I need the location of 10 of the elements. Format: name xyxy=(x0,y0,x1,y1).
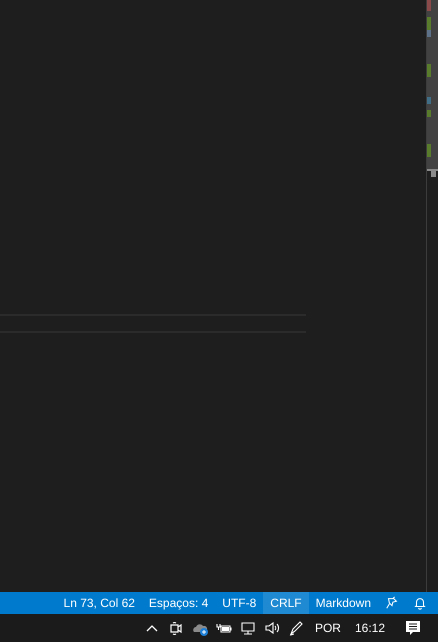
tray-text[interactable]: POR xyxy=(308,619,348,637)
tray-text[interactable]: 16:12 xyxy=(348,619,392,637)
speaker-icon[interactable] xyxy=(264,620,280,636)
status-item[interactable]: CRLF xyxy=(263,592,309,614)
scrollbar[interactable] xyxy=(426,0,438,592)
network-icon[interactable] xyxy=(240,620,256,636)
notification-icon[interactable] xyxy=(404,619,422,637)
pen-icon[interactable] xyxy=(288,620,304,636)
bell-icon[interactable] xyxy=(413,596,427,610)
camera-icon[interactable] xyxy=(168,620,184,636)
